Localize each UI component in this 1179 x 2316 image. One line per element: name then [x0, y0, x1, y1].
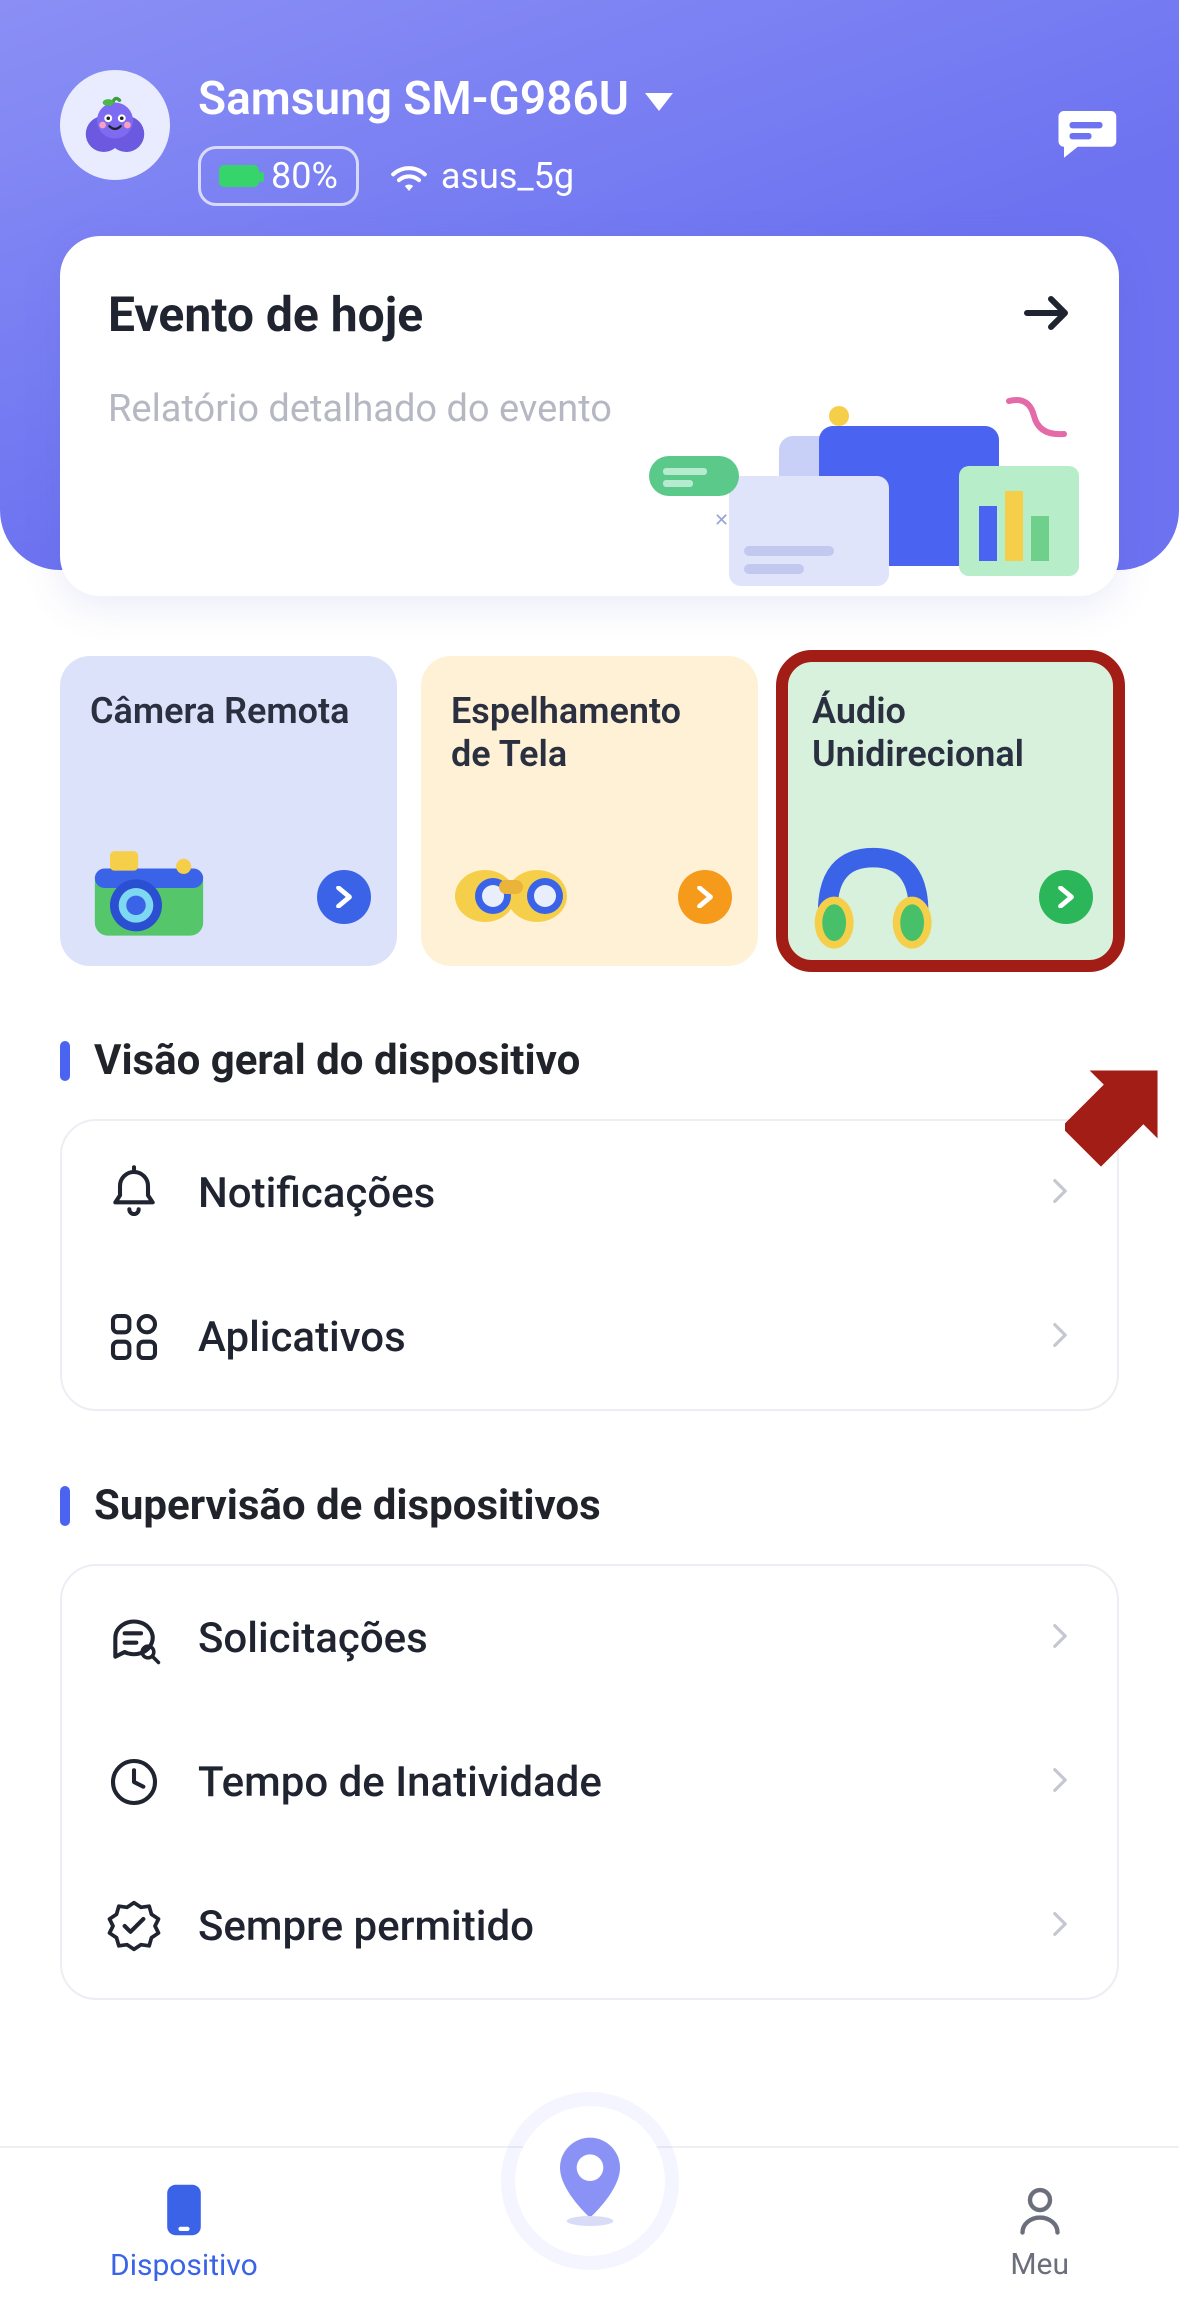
event-card[interactable]: Evento de hoje Relatório detalhado do ev…	[60, 236, 1119, 596]
battery-percent: 80%	[271, 155, 338, 197]
supervision-item-downtime[interactable]: Tempo de Inatividade	[62, 1710, 1117, 1854]
section-title: Supervisão de dispositivos	[94, 1481, 601, 1530]
event-illustration: ✕	[629, 396, 1089, 596]
annotation-pointer-arrow-icon	[1065, 1060, 1179, 1214]
feature-remote-camera[interactable]: Câmera Remota	[60, 656, 397, 966]
device-info: Samsung SM-G986U 80% asus_5g	[198, 70, 1119, 206]
feature-row: Câmera Remota Espelhamento de Tela	[0, 596, 1179, 966]
device-name: Samsung SM-G986U	[198, 72, 629, 126]
nav-item-mine[interactable]: Meu	[1010, 2183, 1069, 2282]
camera-icon	[84, 836, 214, 946]
headphones-icon	[806, 836, 936, 946]
section-overview: Visão geral do dispositivo Notificações …	[0, 966, 1179, 1411]
battery-icon	[219, 165, 259, 187]
device-selector[interactable]: Samsung SM-G986U	[198, 72, 1119, 126]
chevron-right-icon	[1047, 1623, 1073, 1653]
chat-button[interactable]	[1053, 105, 1119, 165]
section-header: Supervisão de dispositivos	[60, 1481, 1119, 1530]
feature-title: Câmera Remota	[90, 690, 367, 733]
section-supervision: Supervisão de dispositivos Solicitações …	[0, 1411, 1179, 2000]
nav-label: Meu	[1010, 2247, 1069, 2282]
badge-check-icon	[106, 1898, 162, 1954]
wifi-icon	[389, 160, 429, 192]
svg-text:✕: ✕	[714, 510, 729, 531]
chevron-right-icon	[1047, 1767, 1073, 1797]
go-button[interactable]	[317, 870, 371, 924]
binoculars-icon	[445, 836, 575, 946]
section-title: Visão geral do dispositivo	[94, 1036, 580, 1085]
supervision-item-always-allowed[interactable]: Sempre permitido	[62, 1854, 1117, 1998]
feature-title: Espelhamento de Tela	[451, 690, 728, 776]
nav-label: Dispositivo	[110, 2248, 258, 2283]
go-button[interactable]	[1039, 870, 1093, 924]
bell-icon	[106, 1165, 162, 1221]
section-accent-bar	[60, 1041, 70, 1081]
phone-icon	[159, 2182, 209, 2238]
wifi-status: asus_5g	[389, 155, 574, 197]
avatar[interactable]	[60, 70, 170, 180]
location-pin-icon	[550, 2134, 630, 2228]
event-title-row: Evento de hoje	[108, 286, 1071, 343]
feature-title: Áudio Unidirecional	[812, 690, 1089, 776]
nav-location-button[interactable]	[515, 2106, 665, 2256]
supervision-list: Solicitações Tempo de Inatividade Sempre…	[60, 1564, 1119, 2000]
go-button[interactable]	[678, 870, 732, 924]
bottom-nav: Dispositivo Meu	[0, 2146, 1179, 2316]
apps-grid-icon	[106, 1309, 162, 1365]
overview-list: Notificações Aplicativos	[60, 1119, 1119, 1411]
list-label: Aplicativos	[198, 1313, 1011, 1362]
feature-one-way-audio[interactable]: Áudio Unidirecional	[782, 656, 1119, 966]
nav-item-device[interactable]: Dispositivo	[110, 2182, 258, 2283]
request-icon	[106, 1610, 162, 1666]
section-header: Visão geral do dispositivo	[60, 1036, 1119, 1085]
header: Samsung SM-G986U 80% asus_5g	[0, 0, 1179, 236]
list-label: Sempre permitido	[198, 1902, 1011, 1951]
feature-screen-mirror[interactable]: Espelhamento de Tela	[421, 656, 758, 966]
clock-icon	[106, 1754, 162, 1810]
chevron-down-icon	[645, 93, 673, 111]
list-label: Solicitações	[198, 1614, 1011, 1663]
chat-icon	[1053, 105, 1119, 161]
avatar-berry-icon	[79, 89, 151, 161]
list-label: Notificações	[198, 1169, 1011, 1218]
section-accent-bar	[60, 1486, 70, 1526]
event-title: Evento de hoje	[108, 286, 423, 343]
list-label: Tempo de Inatividade	[198, 1758, 1011, 1807]
chevron-right-icon	[1047, 1322, 1073, 1352]
person-icon	[1015, 2183, 1065, 2237]
overview-item-apps[interactable]: Aplicativos	[62, 1265, 1117, 1409]
wifi-name: asus_5g	[441, 155, 574, 197]
supervision-item-requests[interactable]: Solicitações	[62, 1566, 1117, 1710]
overview-item-notifications[interactable]: Notificações	[62, 1121, 1117, 1265]
device-status-row: 80% asus_5g	[198, 146, 1119, 206]
battery-status: 80%	[198, 146, 359, 206]
chevron-right-icon	[1047, 1911, 1073, 1941]
arrow-right-icon	[1023, 293, 1071, 337]
